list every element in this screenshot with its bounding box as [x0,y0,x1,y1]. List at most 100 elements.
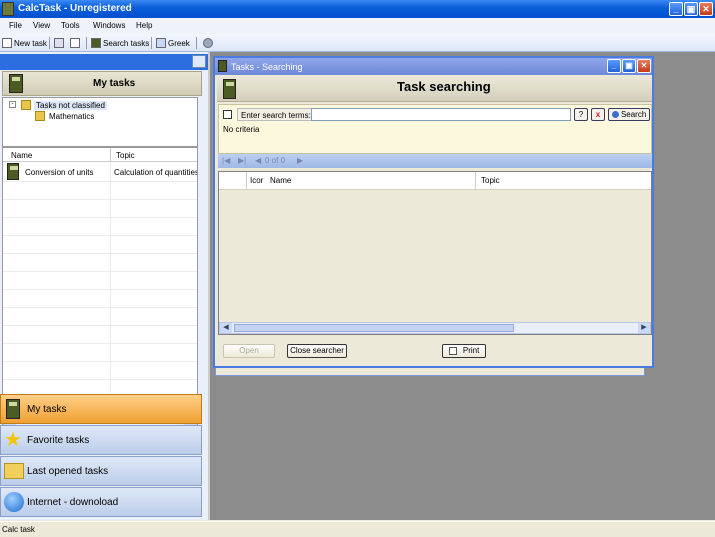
tree-collapse-icon[interactable]: - [9,101,16,108]
child-maximize-button[interactable]: ▣ [622,59,636,73]
close-searcher-button[interactable]: Close searcher [287,344,347,358]
menu-view[interactable]: View [33,21,50,30]
last-page-icon[interactable]: ▶| [238,156,246,165]
new-task-button[interactable]: New task [2,37,47,49]
grid-line [3,181,197,182]
category-tree[interactable]: - Tasks not classified Mathematics [2,97,198,147]
open-button[interactable]: Open [223,344,275,358]
search-button[interactable]: Search [608,108,650,121]
folder-icon [21,100,31,110]
search-header: Task searching [217,76,652,102]
results-header: Icor Name Topic [219,172,651,190]
tree-item-mathematics[interactable]: Mathematics [49,112,94,121]
toolbar-separator [196,37,197,49]
toolbar: New task Search tasks Greek [0,34,715,52]
new-task-label: New task [14,38,47,48]
no-criteria-text: No criteria [223,125,260,134]
child-close-button[interactable]: ✕ [637,59,651,73]
calculator-icon [223,79,236,99]
search-icon [611,111,619,119]
grid-line [3,361,197,362]
page-position: 0 of 0 [265,156,286,165]
greek-button[interactable]: Greek [156,37,190,49]
greek-label: Greek [168,38,190,48]
menu-tools[interactable]: Tools [61,21,80,30]
nav-last-opened-label: Last opened tasks [27,465,109,477]
print-preview-icon [448,346,457,355]
toolbar-separator [49,37,50,49]
star-icon: ★ [4,429,22,451]
greek-keyboard-icon [156,38,166,48]
clear-button[interactable]: x [591,108,605,121]
criteria-panel: Enter search terms: ? x Search No criter… [218,104,652,154]
scrollbar-thumb[interactable] [234,324,514,332]
restore-button[interactable]: ▣ [684,2,698,16]
globe-icon [203,38,213,48]
grid-header: Name Topic [3,148,197,162]
scroll-right-icon[interactable]: ▶ [638,323,650,333]
search-window-title: Tasks - Searching [231,62,303,72]
criteria-checkbox[interactable] [223,110,232,119]
print-button[interactable]: Print [442,344,486,358]
my-tasks-header: My tasks [2,71,202,96]
nav-last-opened-tasks[interactable]: Last opened tasks [0,456,202,486]
search-window-title-bar[interactable]: Tasks - Searching _ ▣ ✕ [215,58,652,75]
scroll-left-icon[interactable]: ◀ [220,323,232,333]
first-page-icon[interactable]: |◀ [222,156,230,165]
toolbar-separator [151,37,152,49]
search-terms-label: Enter search terms: [237,108,315,121]
search-input[interactable] [311,108,571,121]
child-minimize-button[interactable]: _ [607,59,621,73]
globe-toolbar-button[interactable] [203,37,215,49]
nav-favorite-label: Favorite tasks [27,434,90,446]
menu-help[interactable]: Help [136,21,152,30]
column-divider [110,148,111,162]
help-button[interactable]: ? [574,108,588,121]
grid-line [3,379,197,380]
menu-bar: File View Tools Windows Help [0,18,715,34]
globe-icon [4,492,24,512]
tree-item-root[interactable]: Tasks not classified [34,101,107,110]
nav-my-tasks[interactable]: My tasks [0,394,202,424]
column-divider [475,172,476,190]
menu-windows[interactable]: Windows [93,21,125,30]
grid-line [3,199,197,200]
table-row[interactable]: Conversion of units Calculation of quant… [3,163,197,181]
column-header-name[interactable]: Name [270,176,291,185]
grid-line [3,307,197,308]
row-name: Conversion of units [25,168,94,177]
nav-internet-label: Internet - downoload [27,496,119,508]
results-grid: Icor Name Topic ◀ ▶ [218,171,652,335]
nav-internet-download[interactable]: Internet - downoload [0,487,202,517]
minimize-button[interactable]: _ [669,2,683,16]
status-bar: Calc task [0,521,715,537]
app-title-bar[interactable]: CalcTask - Unregistered _ ▣ ✕ [0,0,715,18]
column-header-topic[interactable]: Topic [116,151,135,160]
app-title: CalcTask - Unregistered [18,3,132,14]
calculator-icon [7,163,19,180]
status-text: Calc task [2,525,35,534]
close-button[interactable]: ✕ [699,2,713,16]
grid-line [3,325,197,326]
print-toolbar-button[interactable] [54,37,66,49]
grid-line [3,253,197,254]
calculator-icon [9,74,23,93]
calculator-icon [2,2,14,16]
next-page-icon[interactable]: ▶ [297,156,303,165]
column-header-topic[interactable]: Topic [481,176,500,185]
menu-file[interactable]: File [9,21,22,30]
horizontal-scrollbar[interactable]: ◀ ▶ [219,322,651,334]
column-header-icon[interactable]: Icor [250,176,263,185]
row-topic: Calculation of quantities t [114,168,197,177]
calculator-icon [91,38,101,48]
column-divider [246,172,247,190]
nav-favorite-tasks[interactable]: ★ Favorite tasks [0,425,202,455]
calculator-icon [4,399,24,419]
pin-icon[interactable] [192,55,206,68]
column-header-name[interactable]: Name [11,151,32,160]
folder-icon [4,463,24,479]
print-preview-toolbar-button[interactable] [70,37,82,49]
prev-page-icon[interactable]: ◀ [255,156,261,165]
print-preview-icon [70,38,80,48]
search-tasks-button[interactable]: Search tasks [91,37,149,49]
